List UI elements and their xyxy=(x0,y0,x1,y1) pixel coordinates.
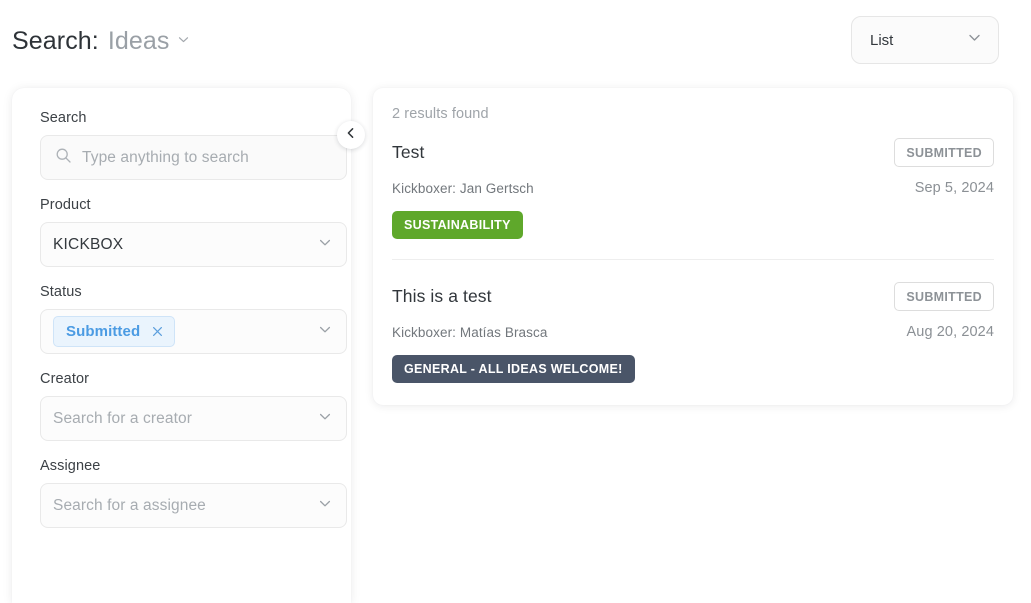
filter-product: Product KICKBOX xyxy=(40,197,347,267)
result-category-tag[interactable]: SUSTAINABILITY xyxy=(392,211,523,239)
results-panel: 2 results found Test SUBMITTED Kickboxer… xyxy=(373,88,1013,405)
page-title-main: Search: xyxy=(12,27,99,55)
result-kickboxer: Kickboxer: Jan Gertsch xyxy=(392,180,534,196)
result-date: Aug 20, 2024 xyxy=(906,324,994,340)
filter-assignee: Assignee Search for a assignee xyxy=(40,458,347,528)
chevron-down-icon xyxy=(317,321,333,342)
result-title[interactable]: This is a test xyxy=(392,286,492,307)
result-category-tag[interactable]: GENERAL - ALL IDEAS WELCOME! xyxy=(392,355,635,383)
result-meta-row: Kickboxer: Matías Brasca Aug 20, 2024 xyxy=(392,324,994,340)
result-date: Sep 5, 2024 xyxy=(914,180,994,196)
page-title: Search: Ideas xyxy=(12,24,190,58)
status-chip[interactable]: Submitted xyxy=(53,316,176,347)
chevron-down-icon xyxy=(317,408,333,429)
chevron-down-icon xyxy=(317,495,333,516)
assignee-select[interactable]: Search for a assignee xyxy=(40,483,347,528)
result-item[interactable]: This is a test SUBMITTED Kickboxer: Matí… xyxy=(392,259,994,383)
results-count: 2 results found xyxy=(392,106,489,122)
search-icon xyxy=(55,147,72,169)
result-meta-row: Kickboxer: Jan Gertsch Sep 5, 2024 xyxy=(392,180,994,196)
search-input-placeholder: Type anything to search xyxy=(82,148,249,166)
filter-search-label: Search xyxy=(40,110,87,126)
filter-product-label: Product xyxy=(40,197,91,213)
result-kickboxer: Kickboxer: Matías Brasca xyxy=(392,324,548,340)
sidebar-collapse-button[interactable] xyxy=(337,121,365,149)
filters-sidebar: Search Type anything to search Product K… xyxy=(12,88,351,603)
search-ideas-page: Search: Ideas List Search Type anything … xyxy=(0,0,1031,603)
search-input[interactable]: Type anything to search xyxy=(40,135,347,180)
result-item[interactable]: Test SUBMITTED Kickboxer: Jan Gertsch Se… xyxy=(392,138,994,239)
view-mode-select[interactable]: List xyxy=(851,16,999,64)
assignee-select-placeholder: Search for a assignee xyxy=(53,496,206,514)
creator-select-placeholder: Search for a creator xyxy=(53,409,192,427)
close-icon[interactable] xyxy=(151,325,164,338)
page-title-entity[interactable]: Ideas xyxy=(108,24,170,58)
filter-creator: Creator Search for a creator xyxy=(40,371,347,441)
result-header-row: Test SUBMITTED xyxy=(392,138,994,167)
chevron-down-icon xyxy=(966,29,983,51)
status-badge: SUBMITTED xyxy=(894,138,994,167)
status-chip-label: Submitted xyxy=(66,323,141,340)
status-badge: SUBMITTED xyxy=(894,282,994,311)
status-select[interactable]: Submitted xyxy=(40,309,347,354)
view-mode-value: List xyxy=(870,31,894,49)
creator-select[interactable]: Search for a creator xyxy=(40,396,347,441)
filter-search: Search Type anything to search xyxy=(40,110,347,180)
chevron-down-icon xyxy=(317,234,333,255)
chevron-left-icon xyxy=(345,126,357,144)
filter-assignee-label: Assignee xyxy=(40,458,101,474)
result-header-row: This is a test SUBMITTED xyxy=(392,282,994,311)
result-title[interactable]: Test xyxy=(392,142,425,163)
filter-creator-label: Creator xyxy=(40,371,90,387)
filter-status-label: Status xyxy=(40,284,82,300)
product-select-value: KICKBOX xyxy=(53,235,124,253)
chevron-down-icon[interactable] xyxy=(177,33,190,46)
page-header: Search: Ideas List xyxy=(0,0,1031,88)
product-select[interactable]: KICKBOX xyxy=(40,222,347,267)
filter-status: Status Submitted xyxy=(40,284,347,354)
